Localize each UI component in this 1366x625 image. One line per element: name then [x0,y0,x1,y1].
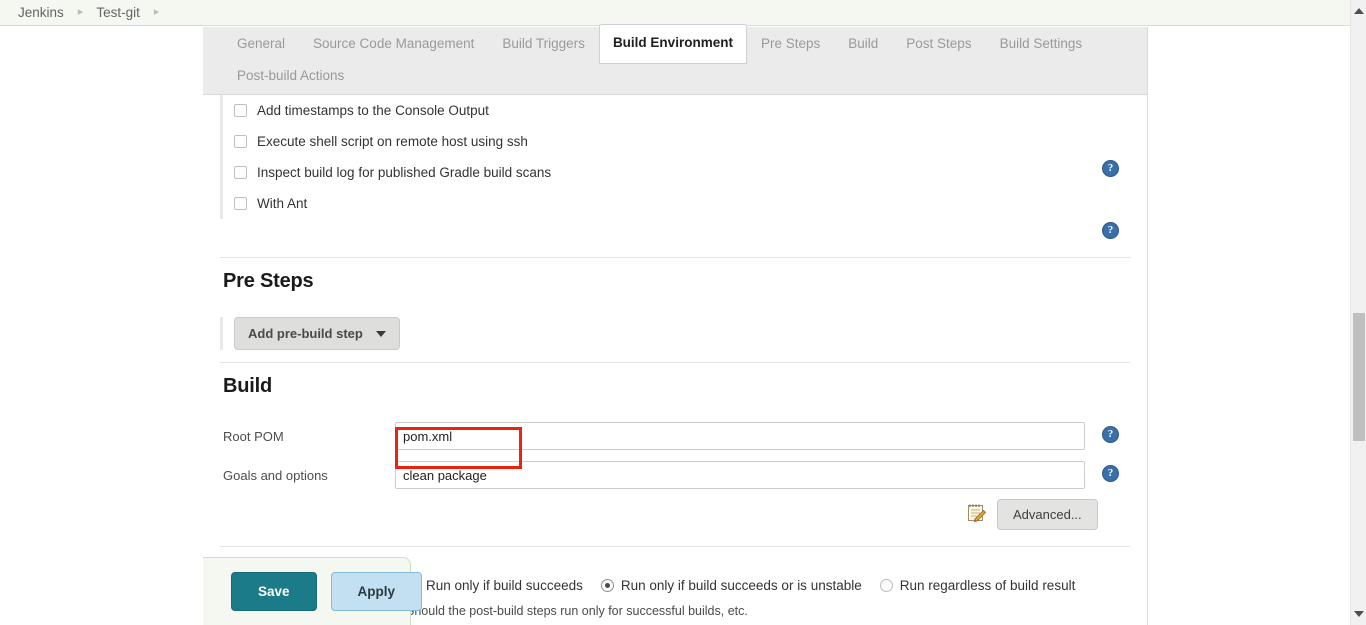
jenkins-configure-page: Jenkins ▸ Test-git ▸ General Source Code… [0,0,1366,625]
field-row-root-pom: Root POM [223,421,1133,451]
root-pom-input[interactable] [395,422,1085,450]
radio-run-if-succeeds-or-unstable[interactable] [600,579,614,592]
tab-pre-steps[interactable]: Pre Steps [747,27,834,60]
section-divider [220,257,1130,258]
scroll-up-arrow-icon[interactable] [1354,8,1364,14]
breadcrumb-separator-icon: ▸ [153,6,160,18]
save-button[interactable]: Save [231,572,317,611]
help-icon-root-pom[interactable]: ? [1102,426,1119,443]
tab-build-environment[interactable]: Build Environment [598,24,747,64]
option-add-timestamps[interactable]: Add timestamps to the Console Output [220,95,1130,126]
chevron-down-icon [375,330,386,337]
scroll-down-arrow-icon[interactable] [1354,611,1364,617]
option-with-ant[interactable]: With Ant [220,188,1130,219]
breadcrumb-item-jenkins[interactable]: Jenkins [18,5,64,20]
post-steps-hint: Should the post-build steps run only for… [406,604,748,618]
post-steps-run-condition-group: Run only if build succeeds Run only if b… [406,578,1106,618]
section-divider [220,362,1130,363]
advanced-button[interactable]: Advanced... [997,499,1098,530]
right-gutter [1148,54,1350,625]
help-icon-execute-shell-remote-ssh[interactable]: ? [1102,160,1119,177]
radio-label-run-if-succeeds-or-unstable[interactable]: Run only if build succeeds or is unstabl… [621,578,862,593]
checkbox-with-ant[interactable] [234,197,247,210]
advanced-row: Advanced... [965,499,1098,530]
config-tab-row-primary: General Source Code Management Build Tri… [223,24,1127,64]
breadcrumb-separator-icon: ▸ [77,6,84,18]
config-tab-row-secondary: Post-build Actions [223,61,1127,91]
option-execute-shell-remote-ssh[interactable]: Execute shell script on remote host usin… [220,126,1130,157]
field-row-goals-and-options: Goals and options [223,460,1133,490]
label-goals-and-options: Goals and options [223,467,328,483]
config-panel: General Source Code Management Build Tri… [203,24,1148,625]
breadcrumb: Jenkins ▸ Test-git ▸ [0,0,1350,26]
scrollbar-thumb[interactable] [1353,313,1365,441]
tab-general[interactable]: General [223,27,299,60]
goals-and-options-input[interactable] [395,461,1085,489]
help-icon-with-ant[interactable]: ? [1102,222,1119,239]
build-environment-options: Add timestamps to the Console Output Exe… [220,95,1130,219]
tab-build[interactable]: Build [834,27,892,60]
checkbox-execute-shell-remote-ssh[interactable] [234,135,247,148]
label-root-pom: Root POM [223,428,284,444]
radio-label-run-regardless[interactable]: Run regardless of build result [900,578,1076,593]
section-title-build: Build [223,375,272,397]
section-title-pre-steps: Pre Steps [223,270,314,292]
radio-line: Run only if build succeeds Run only if b… [406,578,1106,593]
option-label: With Ant [257,196,308,211]
checkbox-add-timestamps[interactable] [234,104,247,117]
tab-build-settings[interactable]: Build Settings [986,27,1097,60]
add-pre-build-step-button[interactable]: Add pre-build step [234,317,400,350]
tab-source-code-management[interactable]: Source Code Management [299,27,488,60]
section-divider [220,546,1130,547]
option-label: Execute shell script on remote host usin… [257,134,528,149]
tab-post-build-actions[interactable]: Post-build Actions [223,62,358,90]
notepad-pencil-icon[interactable] [965,502,987,527]
page-scrollbar[interactable] [1350,0,1366,625]
radio-label-run-if-succeeds[interactable]: Run only if build succeeds [426,578,583,593]
apply-button[interactable]: Apply [330,572,423,611]
option-inspect-gradle-build-scans[interactable]: Inspect build log for published Gradle b… [220,157,1130,188]
page-body: General Source Code Management Build Tri… [0,24,1350,625]
tab-build-triggers[interactable]: Build Triggers [488,27,599,60]
help-icon-goals-and-options[interactable]: ? [1102,465,1119,482]
checkbox-inspect-gradle-build-scans[interactable] [234,166,247,179]
add-pre-build-step-label: Add pre-build step [248,326,363,341]
breadcrumb-item-test-git[interactable]: Test-git [96,5,140,20]
option-label: Inspect build log for published Gradle b… [257,165,552,180]
tab-post-steps[interactable]: Post Steps [892,27,985,60]
config-form-area: Add timestamps to the Console Output Exe… [203,95,1147,625]
floating-save-bar: Save Apply [203,557,423,625]
pre-build-step-button-wrap: Add pre-build step [220,317,400,350]
config-tab-bar: General Source Code Management Build Tri… [203,24,1147,95]
option-label: Add timestamps to the Console Output [257,103,489,118]
radio-run-regardless[interactable] [879,579,893,592]
left-sidebar-column [0,27,203,625]
